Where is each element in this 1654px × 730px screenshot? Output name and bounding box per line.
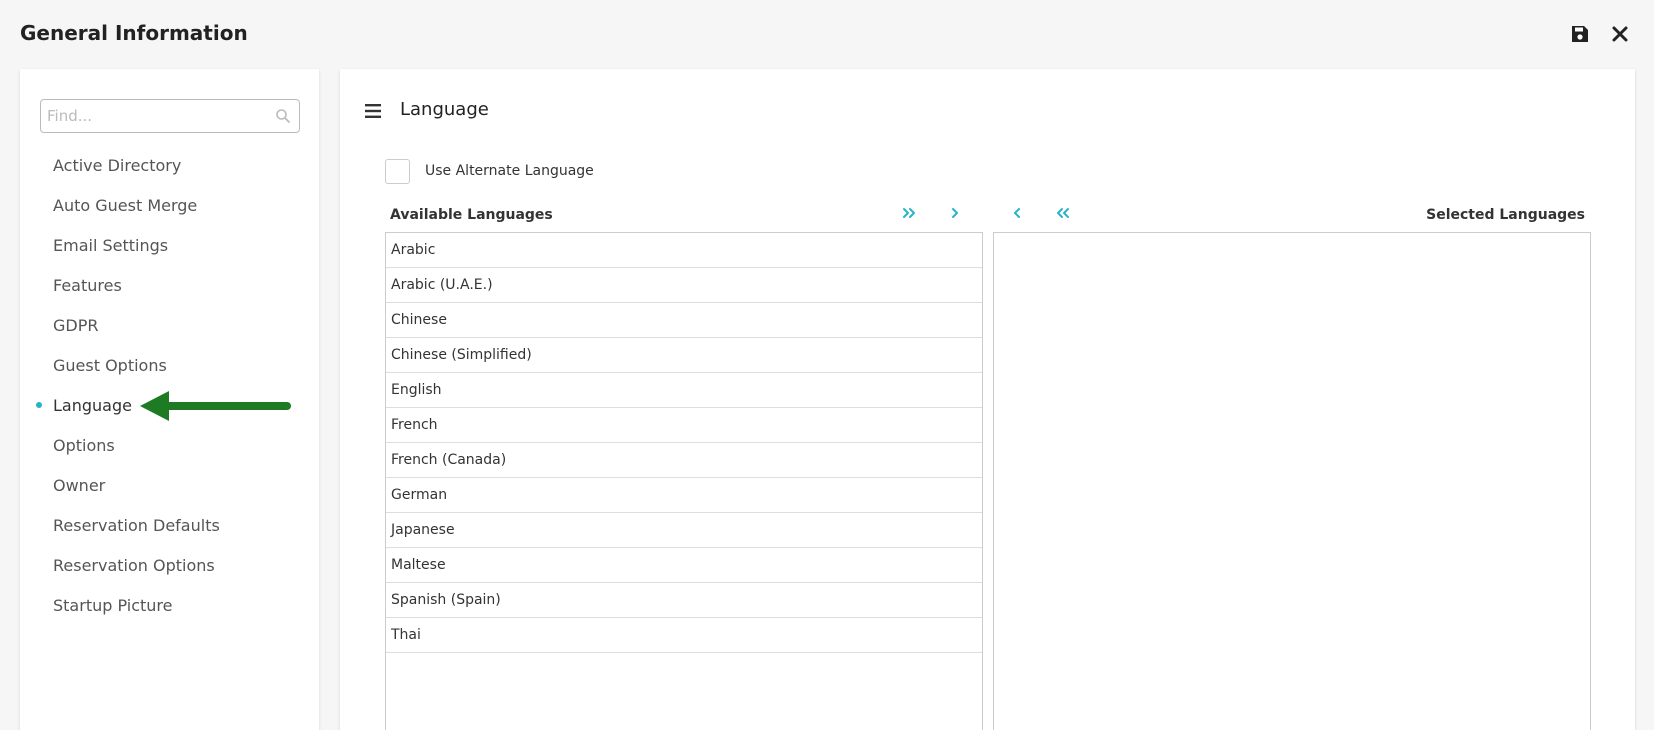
sidebar-item-label: Startup Picture (53, 595, 173, 615)
available-languages-header: Available Languages (390, 207, 553, 223)
move-right-icon[interactable] (945, 203, 965, 223)
sidebar-item-startup-picture[interactable]: Startup Picture (20, 585, 319, 625)
sidebar-item-features[interactable]: Features (20, 265, 319, 305)
sidebar-item-label: Reservation Options (53, 555, 215, 575)
sidebar-item-email-settings[interactable]: Email Settings (20, 225, 319, 265)
sidebar-item-label: Features (53, 275, 122, 295)
language-option[interactable]: French (386, 408, 982, 443)
language-panel: Language Use Alternate Language Availabl… (340, 69, 1635, 730)
sidebar-item-label: Active Directory (53, 155, 182, 175)
selected-languages-header: Selected Languages (1426, 207, 1585, 223)
sidebar-item-label: Email Settings (53, 235, 169, 255)
menu-icon[interactable] (365, 104, 381, 118)
move-left-icon[interactable] (1007, 203, 1027, 223)
language-option[interactable]: Thai (386, 618, 982, 653)
language-option[interactable]: Chinese (Simplified) (386, 338, 982, 373)
sidebar-item-label: Language (53, 395, 132, 415)
language-option[interactable]: English (386, 373, 982, 408)
sidebar-item-owner[interactable]: Owner (20, 465, 319, 505)
language-option[interactable]: Japanese (386, 513, 982, 548)
sidebar-item-label: Auto Guest Merge (53, 195, 198, 215)
sidebar-item-guest-options[interactable]: Guest Options (20, 345, 319, 385)
section-title: Language (400, 99, 489, 120)
search-input[interactable] (41, 100, 261, 132)
sidebar-item-active-directory[interactable]: Active Directory (20, 145, 319, 185)
language-option[interactable]: German (386, 478, 982, 513)
selected-languages-list[interactable] (993, 232, 1591, 730)
move-all-left-icon[interactable] (1052, 203, 1072, 223)
search-field (40, 99, 300, 133)
search-icon[interactable] (275, 108, 291, 124)
sidebar-item-reservation-defaults[interactable]: Reservation Defaults (20, 505, 319, 545)
available-languages-list[interactable]: Arabic Arabic (U.A.E.) Chinese Chinese (Sim… (385, 232, 983, 730)
sidebar-nav: Active Directory Auto Guest Merge Email Se… (20, 145, 319, 625)
page-title: General Information (20, 21, 248, 45)
language-option[interactable]: Maltese (386, 548, 982, 583)
language-option[interactable]: French (Canada) (386, 443, 982, 478)
active-indicator-dot (36, 402, 42, 408)
sidebar-item-options[interactable]: Options (20, 425, 319, 465)
close-icon[interactable] (1610, 24, 1630, 44)
header-actions (1570, 24, 1630, 44)
use-alternate-language-checkbox[interactable] (385, 159, 410, 184)
sidebar-item-auto-guest-merge[interactable]: Auto Guest Merge (20, 185, 319, 225)
language-option[interactable]: Spanish (Spain) (386, 583, 982, 618)
annotation-arrow-icon (140, 391, 291, 421)
sidebar-item-label: Options (53, 435, 115, 455)
move-all-right-icon[interactable] (900, 203, 920, 223)
language-option[interactable]: Arabic (U.A.E.) (386, 268, 982, 303)
sidebar-item-label: Owner (53, 475, 106, 495)
sidebar-item-label: Reservation Defaults (53, 515, 220, 535)
save-icon[interactable] (1570, 24, 1590, 44)
sidebar-item-gdpr[interactable]: GDPR (20, 305, 319, 345)
sidebar-item-reservation-options[interactable]: Reservation Options (20, 545, 319, 585)
use-alternate-language-label: Use Alternate Language (425, 163, 594, 179)
sidebar-item-label: GDPR (53, 315, 99, 335)
language-option[interactable]: Arabic (386, 233, 982, 268)
language-option[interactable]: Chinese (386, 303, 982, 338)
sidebar-item-label: Guest Options (53, 355, 167, 375)
